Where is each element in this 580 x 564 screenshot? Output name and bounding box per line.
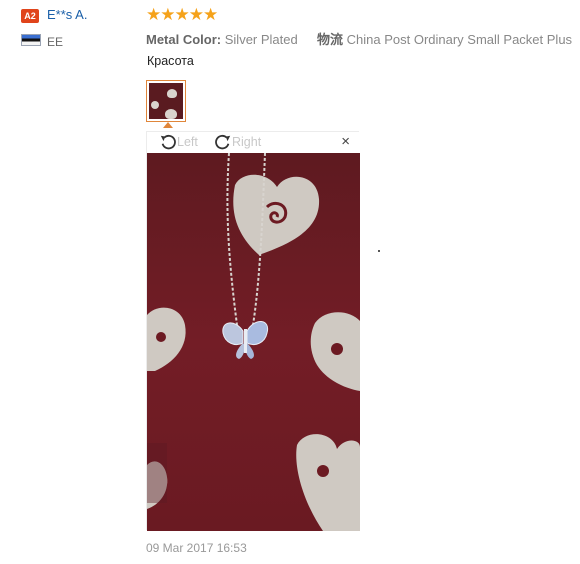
attr-key-logistics: 物流 xyxy=(316,32,343,47)
attr-key-metal-color: Metal Color: xyxy=(146,32,222,47)
attr-value-logistics: China Post Ordinary Small Packet Plus xyxy=(346,32,573,47)
close-viewer-button[interactable]: × xyxy=(341,133,350,150)
stray-dot xyxy=(378,250,380,252)
review-photo-thumbnail[interactable] xyxy=(146,80,186,122)
rotate-right-button[interactable]: Right xyxy=(214,133,261,151)
photo-viewer: Left Right × xyxy=(146,131,360,531)
viewer-toolbar: Left Right × xyxy=(147,132,360,153)
review-date: 09 Mar 2017 16:53 xyxy=(146,541,247,555)
rotate-right-label: Right xyxy=(232,135,262,149)
thumbnail-image xyxy=(149,83,183,119)
photo-image xyxy=(147,153,360,531)
reviewer-country: EE xyxy=(47,35,64,49)
review-photo xyxy=(147,153,360,531)
rotate-right-icon xyxy=(215,134,231,150)
rotate-left-icon xyxy=(160,134,176,150)
review-text: Красота xyxy=(147,54,194,68)
reviewer-name[interactable]: E**s A. xyxy=(47,7,87,22)
order-attributes: Metal Color: Silver Plated 物流 China Post… xyxy=(146,29,572,48)
rotate-left-button[interactable]: Left xyxy=(159,133,198,151)
rating-stars: ★★★★★ xyxy=(146,5,218,24)
country-flag-icon xyxy=(21,34,41,46)
thumbnail-pointer xyxy=(163,122,173,128)
reviewer-level-badge: A2 xyxy=(21,9,39,23)
rotate-left-label: Left xyxy=(177,135,198,149)
attr-value-metal-color: Silver Plated xyxy=(224,32,298,47)
